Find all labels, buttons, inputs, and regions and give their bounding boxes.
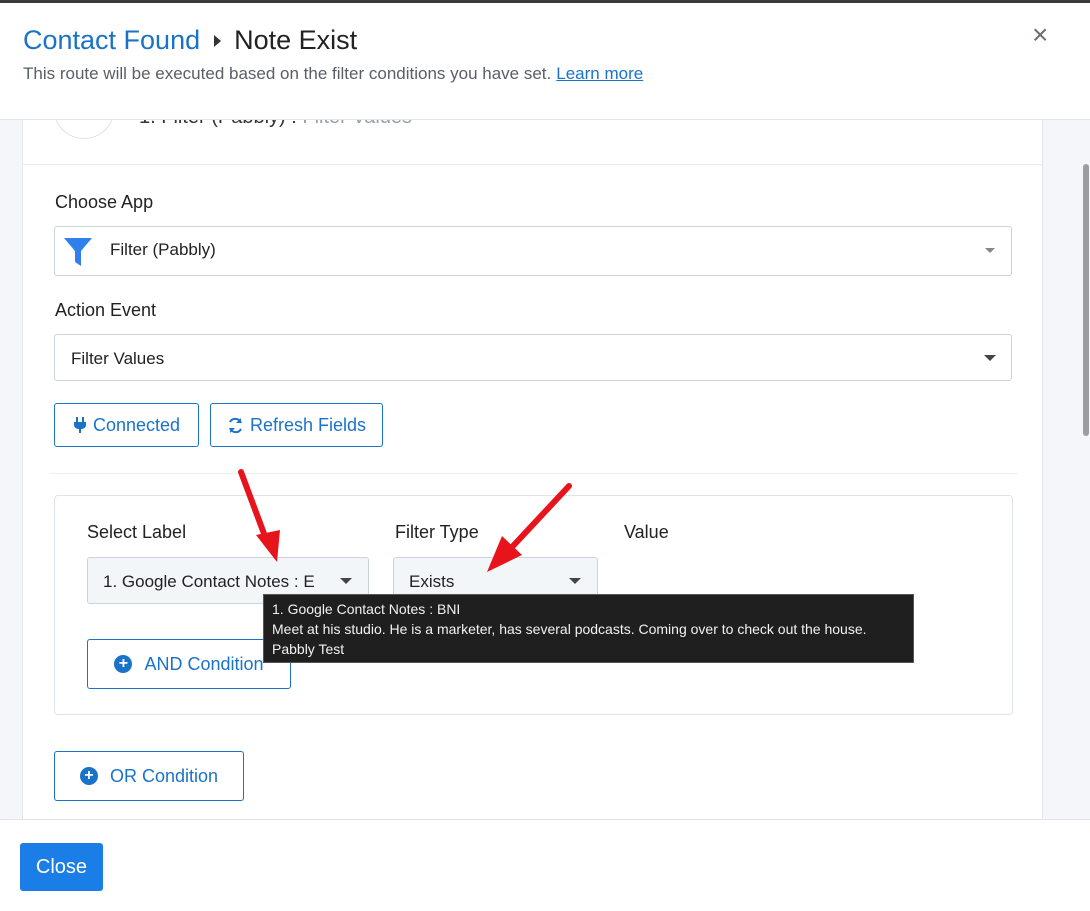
step-app-logo: [53, 120, 115, 139]
breadcrumb-parent[interactable]: Contact Found: [23, 25, 200, 56]
select-label-tooltip: 1. Google Contact Notes : BNI Meet at hi…: [263, 594, 914, 663]
refresh-fields-label: Refresh Fields: [249, 414, 367, 435]
chevron-down-icon: [569, 578, 581, 584]
action-event-label: Action Event: [55, 300, 157, 320]
funnel-icon: [64, 238, 92, 266]
refresh-fields-button[interactable]: Refresh Fields: [210, 403, 383, 447]
or-condition-button[interactable]: + OR Condition: [54, 751, 244, 801]
page-title: Note Exist: [234, 25, 358, 55]
choose-app-label: Choose App: [55, 192, 154, 212]
route-description-text: This route will be executed based on the…: [23, 64, 552, 83]
or-condition-label: OR Condition: [109, 765, 219, 786]
step-event: Filter Values: [302, 120, 412, 128]
tooltip-line-1: 1. Google Contact Notes : BNI: [272, 601, 461, 617]
section-divider: [49, 473, 1019, 474]
scrollbar[interactable]: [1082, 120, 1090, 819]
plus-circle-icon: +: [79, 767, 98, 785]
choose-app-select[interactable]: Filter (Pabbly): [54, 226, 1012, 276]
and-condition-button[interactable]: + AND Condition: [87, 639, 291, 689]
select-label-value: 1. Google Contact Notes : E: [103, 572, 315, 591]
route-description: This route will be executed based on the…: [23, 64, 643, 84]
connected-button[interactable]: Connected: [54, 403, 199, 447]
modal-body[interactable]: 1. Filter (Pabbly) : Filter Values Choos…: [0, 120, 1090, 819]
tooltip-line-2: Meet at his studio. He is a marketer, ha…: [272, 621, 867, 637]
learn-more-link[interactable]: Learn more: [556, 64, 643, 83]
action-step-card: 1. Filter (Pabbly) : Filter Values Choos…: [22, 120, 1043, 819]
select-label-heading: Select Label: [87, 522, 187, 542]
caret-right-icon: [214, 34, 222, 47]
action-event-select[interactable]: Filter Values: [54, 334, 1012, 381]
and-condition-label: AND Condition: [144, 653, 264, 674]
scrollbar-thumb[interactable]: [1083, 164, 1089, 436]
step-number-app: 1. Filter (Pabbly) :: [139, 120, 297, 128]
step-title: 1. Filter (Pabbly) : Filter Values: [139, 120, 412, 129]
action-event-value: Filter Values: [71, 349, 165, 368]
tooltip-line-3: Pabbly Test: [272, 641, 345, 657]
plug-icon: [73, 417, 86, 433]
close-button[interactable]: Close: [20, 843, 103, 891]
refresh-icon: [229, 417, 242, 433]
modal-header: Contact Found Note Exist This route will…: [0, 3, 1090, 120]
filter-type-value: Exists: [409, 572, 455, 591]
close-icon[interactable]: ×: [1032, 21, 1048, 49]
filter-type-heading: Filter Type: [395, 522, 479, 542]
chevron-down-icon: [984, 355, 996, 361]
value-heading: Value: [624, 522, 669, 542]
step-header[interactable]: 1. Filter (Pabbly) : Filter Values: [23, 120, 1042, 165]
breadcrumb: Contact Found Note Exist: [23, 25, 357, 56]
modal-footer: Close: [0, 819, 1090, 911]
chevron-down-icon: [985, 248, 995, 253]
connected-label: Connected: [92, 414, 181, 435]
chevron-down-icon: [340, 578, 352, 584]
choose-app-value: Filter (Pabbly): [110, 240, 216, 259]
plus-circle-icon: +: [114, 655, 133, 673]
